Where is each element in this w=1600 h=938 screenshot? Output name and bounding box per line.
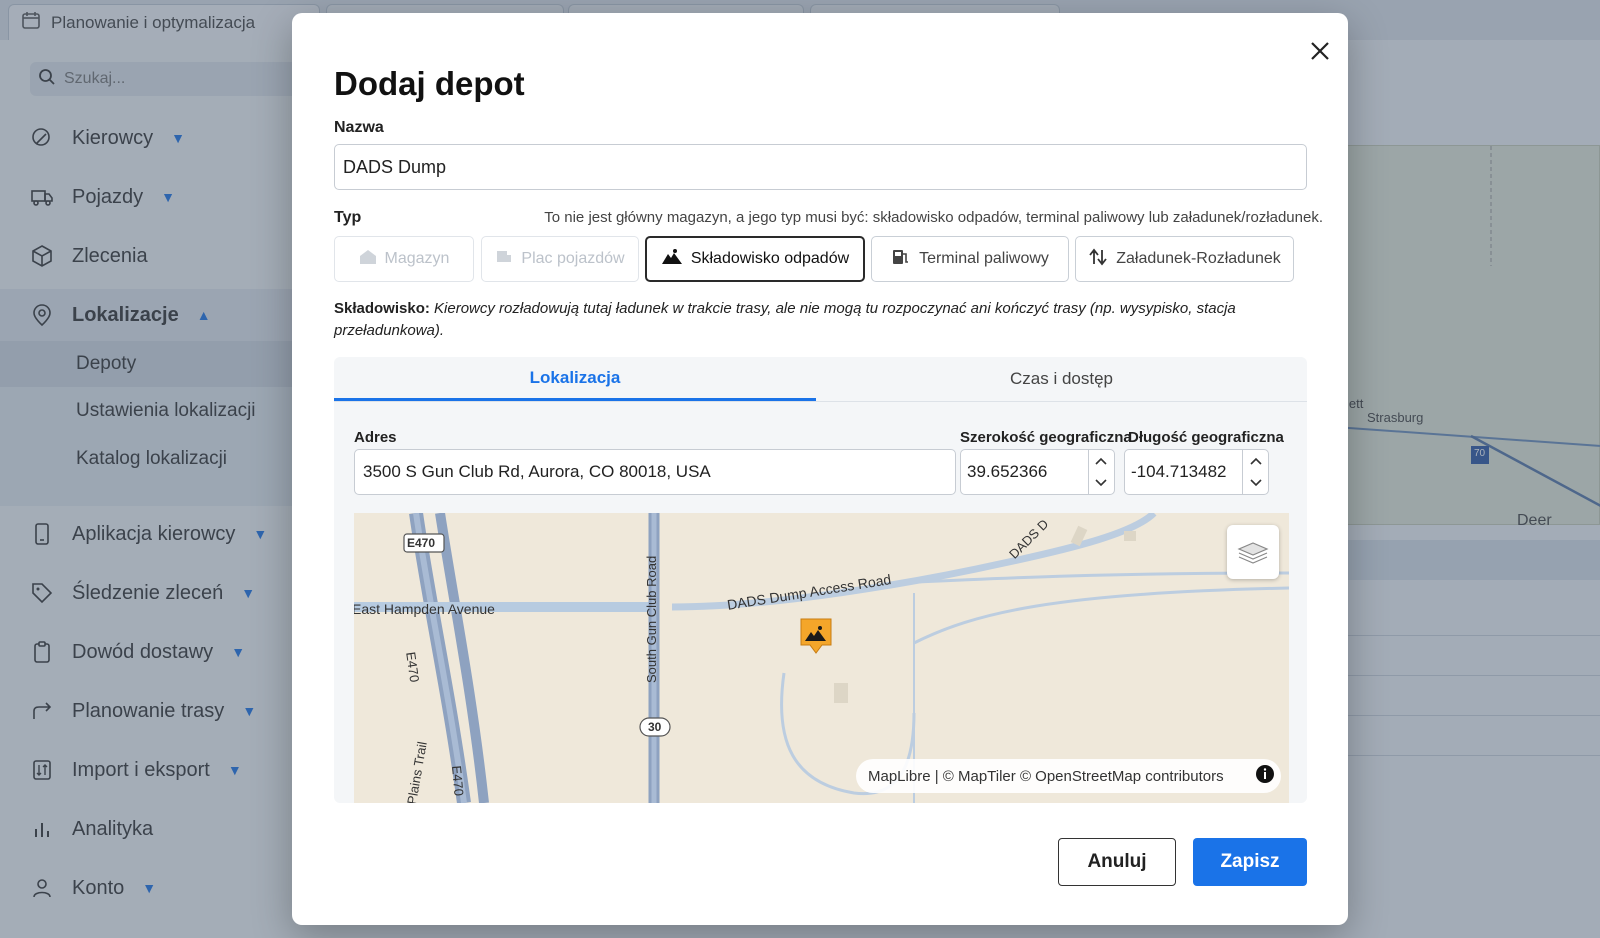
- map-attribution: MapLibre | © MapTiler © OpenStreetMap co…: [856, 759, 1281, 793]
- fuel-terminal-icon: [891, 248, 911, 271]
- location-panel: Lokalizacja Czas i dostęp Adres Szerokoś…: [334, 357, 1307, 803]
- layers-icon: [1237, 542, 1269, 564]
- map-layers-button[interactable]: [1227, 525, 1279, 579]
- vehicle-yard-icon: [495, 248, 513, 271]
- longitude-input[interactable]: [1125, 450, 1243, 494]
- chevron-down-icon: [1249, 479, 1262, 487]
- type-hint: To nie jest główny magazyn, a jego typ m…: [544, 209, 1323, 226]
- longitude-increment-button[interactable]: [1243, 450, 1268, 472]
- chevron-down-icon: [1095, 479, 1107, 487]
- latitude-input[interactable]: [961, 450, 1088, 494]
- latitude-stepper: [1087, 450, 1114, 494]
- address-label: Adres: [354, 429, 397, 446]
- type-button-label: Terminal paliwowy: [919, 250, 1049, 267]
- waste-site-icon: [661, 248, 683, 271]
- description-title: Składowisko:: [334, 300, 430, 317]
- description-text: Kierowcy rozładowują tutaj ładunek w tra…: [334, 300, 1236, 339]
- tab-time-and-access[interactable]: Czas i dostęp: [816, 357, 1307, 401]
- type-description: Składowisko: Kierowcy rozładowują tutaj …: [334, 298, 1284, 342]
- road-label-gun-club: South Gun Club Road: [644, 555, 659, 683]
- name-label: Nazwa: [334, 119, 384, 136]
- type-warehouse-button[interactable]: Magazyn: [334, 236, 474, 282]
- road-label-route-30: 30: [648, 720, 662, 734]
- longitude-field: [1124, 449, 1269, 495]
- chevron-up-icon: [1095, 457, 1107, 465]
- type-button-label: Plac pojazdów: [521, 250, 625, 267]
- longitude-label: Długość geograficzna: [1128, 429, 1284, 446]
- arrows-up-down-icon: [1088, 248, 1108, 271]
- cancel-button[interactable]: Anuluj: [1058, 838, 1176, 886]
- tab-divider: [334, 401, 1307, 402]
- warehouse-icon: [359, 248, 377, 271]
- location-map[interactable]: E470 East Hampden Avenue E470 South Gun …: [354, 513, 1289, 803]
- type-vehicle-yard-button[interactable]: Plac pojazdów: [481, 236, 639, 282]
- longitude-decrement-button[interactable]: [1243, 472, 1268, 494]
- type-button-label: Składowisko odpadów: [690, 250, 850, 267]
- tab-location[interactable]: Lokalizacja: [334, 357, 816, 401]
- modal-title: Dodaj depot: [334, 65, 525, 102]
- attribution-text: MapLibre | © MapTiler © OpenStreetMap co…: [868, 767, 1224, 785]
- latitude-increment-button[interactable]: [1089, 450, 1114, 472]
- longitude-stepper: [1242, 450, 1268, 494]
- name-input[interactable]: [334, 144, 1307, 190]
- latitude-field: [960, 449, 1115, 495]
- latitude-decrement-button[interactable]: [1089, 472, 1114, 494]
- type-button-label: Załadunek-Rozładunek: [1116, 250, 1281, 267]
- chevron-up-icon: [1249, 457, 1262, 465]
- type-button-label: Magazyn: [384, 250, 450, 267]
- road-label-hampden: East Hampden Avenue: [354, 601, 495, 617]
- type-loading-unloading-button[interactable]: Załadunek-Rozładunek: [1075, 236, 1294, 282]
- latitude-label: Szerokość geograficzna: [960, 429, 1132, 446]
- type-label: Typ: [334, 209, 362, 226]
- road-label-e470-south: E470: [449, 765, 467, 797]
- close-icon: [1311, 42, 1329, 60]
- info-icon[interactable]: [1255, 764, 1275, 788]
- type-fuel-terminal-button[interactable]: Terminal paliwowy: [871, 236, 1069, 282]
- road-label-e470-shield: E470: [407, 536, 436, 550]
- save-button[interactable]: Zapisz: [1193, 838, 1307, 886]
- add-depot-modal: Dodaj depot Nazwa Typ To nie jest główny…: [292, 13, 1348, 925]
- type-waste-site-button[interactable]: Składowisko odpadów: [645, 236, 865, 282]
- close-button[interactable]: [1302, 33, 1338, 69]
- address-input[interactable]: [354, 449, 956, 495]
